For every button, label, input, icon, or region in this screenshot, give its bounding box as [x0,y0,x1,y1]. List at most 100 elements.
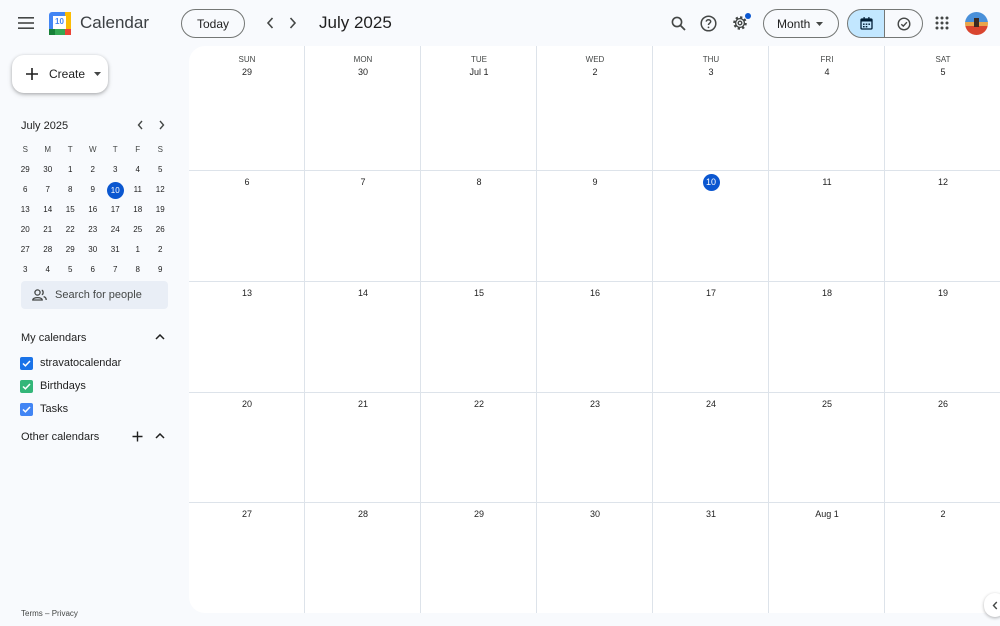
mini-calendar-day[interactable]: 23 [82,222,105,238]
mini-calendar-day[interactable]: 17 [104,202,127,218]
mini-calendar-day[interactable]: 1 [59,162,82,178]
mini-calendar-day[interactable]: 25 [127,222,150,238]
day-number[interactable]: 2 [885,509,1000,519]
help-button[interactable] [694,9,722,37]
mini-calendar-day[interactable]: 10 [104,182,127,199]
create-button[interactable]: Create [12,55,108,93]
mini-calendar-day[interactable]: 6 [82,262,105,278]
mini-calendar-day[interactable]: 18 [127,202,150,218]
mini-calendar-day[interactable]: 1 [127,242,150,258]
day-number[interactable]: 30 [305,67,421,77]
calendar-checkbox[interactable] [20,356,33,370]
mini-calendar-next-button[interactable] [152,114,172,136]
app-title[interactable]: Calendar [80,13,149,33]
mini-calendar-day[interactable]: 13 [14,202,37,218]
calendar-checkbox[interactable] [20,402,33,416]
today-button[interactable]: Today [181,9,245,38]
day-number[interactable]: 11 [769,177,885,187]
mini-calendar-day[interactable]: 5 [149,162,172,178]
day-number[interactable]: 29 [189,67,305,77]
day-number[interactable]: 3 [653,67,769,77]
day-cell[interactable] [653,46,769,170]
terms-link[interactable]: Terms [21,609,43,618]
mini-calendar-day[interactable]: 29 [14,162,37,178]
day-cell[interactable] [421,46,537,170]
mini-calendar-day[interactable]: 11 [127,182,150,198]
mini-calendar-day[interactable]: 19 [149,202,172,218]
mini-calendar-day[interactable]: 22 [59,222,82,238]
day-number[interactable]: 17 [653,288,769,298]
day-number[interactable]: 25 [769,399,885,409]
mini-calendar-day[interactable]: 26 [149,222,172,238]
calendar-logo[interactable]: 10 [49,12,71,35]
mini-calendar-day[interactable]: 6 [14,182,37,198]
mini-calendar-day[interactable]: 30 [37,162,60,178]
google-apps-button[interactable] [928,9,956,37]
calendar-item-stravatocalendar[interactable]: stravatocalendar [20,355,121,371]
day-number[interactable]: 10 [653,174,769,191]
day-number[interactable]: 12 [885,177,1000,187]
mini-calendar-day[interactable]: 7 [104,262,127,278]
mini-calendar-day[interactable]: 31 [104,242,127,258]
day-number[interactable]: 15 [421,288,537,298]
day-cell[interactable] [305,46,421,170]
day-number[interactable]: 2 [537,67,653,77]
search-people-input[interactable]: Search for people [21,281,168,309]
day-cell[interactable] [769,46,885,170]
day-number[interactable]: 19 [885,288,1000,298]
day-number[interactable]: Aug 1 [769,509,885,519]
side-panel-toggle[interactable] [984,593,1000,617]
view-switcher-dropdown[interactable]: Month [763,9,839,38]
calendar-checkbox[interactable] [20,379,33,393]
day-number[interactable]: 18 [769,288,885,298]
next-period-button[interactable] [279,9,307,37]
mini-calendar-prev-button[interactable] [130,114,150,136]
settings-button[interactable] [726,9,754,37]
day-number[interactable]: 20 [189,399,305,409]
mini-calendar-day[interactable]: 3 [14,262,37,278]
mini-calendar-day[interactable]: 8 [127,262,150,278]
main-menu-button[interactable] [12,9,40,37]
mini-calendar-day[interactable]: 4 [37,262,60,278]
search-button[interactable] [664,9,692,37]
day-number[interactable]: 16 [537,288,653,298]
day-number[interactable]: Jul 1 [421,67,537,77]
day-number[interactable]: 6 [189,177,305,187]
mini-calendar-day[interactable]: 2 [149,242,172,258]
day-number[interactable]: 30 [537,509,653,519]
day-cell[interactable] [885,46,1000,170]
mini-calendar-day[interactable]: 28 [37,242,60,258]
mini-calendar-day[interactable]: 24 [104,222,127,238]
other-calendars-collapse-button[interactable] [150,426,170,446]
mini-calendar-day[interactable]: 7 [37,182,60,198]
tasks-view-toggle[interactable] [884,9,923,38]
mini-calendar-day[interactable]: 5 [59,262,82,278]
day-number[interactable]: 7 [305,177,421,187]
day-number[interactable]: 8 [421,177,537,187]
day-number[interactable]: 13 [189,288,305,298]
mini-calendar-day[interactable]: 12 [149,182,172,198]
mini-calendar-day[interactable]: 29 [59,242,82,258]
calendar-item-birthdays[interactable]: Birthdays [20,378,86,394]
mini-calendar-day[interactable]: 3 [104,162,127,178]
account-avatar[interactable] [965,12,988,35]
calendar-item-tasks[interactable]: Tasks [20,401,68,417]
day-number[interactable]: 5 [885,67,1000,77]
day-number[interactable]: 21 [305,399,421,409]
mini-calendar-day[interactable]: 8 [59,182,82,198]
day-number[interactable]: 29 [421,509,537,519]
mini-calendar-day[interactable]: 2 [82,162,105,178]
day-number[interactable]: 9 [537,177,653,187]
mini-calendar-day[interactable]: 21 [37,222,60,238]
mini-calendar-day[interactable]: 20 [14,222,37,238]
other-calendars-title[interactable]: Other calendars [21,431,99,443]
day-number[interactable]: 22 [421,399,537,409]
mini-calendar-day[interactable]: 15 [59,202,82,218]
day-cell[interactable] [537,46,653,170]
mini-calendar-day[interactable]: 27 [14,242,37,258]
mini-calendar-day[interactable]: 16 [82,202,105,218]
day-number[interactable]: 26 [885,399,1000,409]
mini-calendar-day[interactable]: 30 [82,242,105,258]
mini-calendar-day[interactable]: 9 [149,262,172,278]
day-number[interactable]: 24 [653,399,769,409]
